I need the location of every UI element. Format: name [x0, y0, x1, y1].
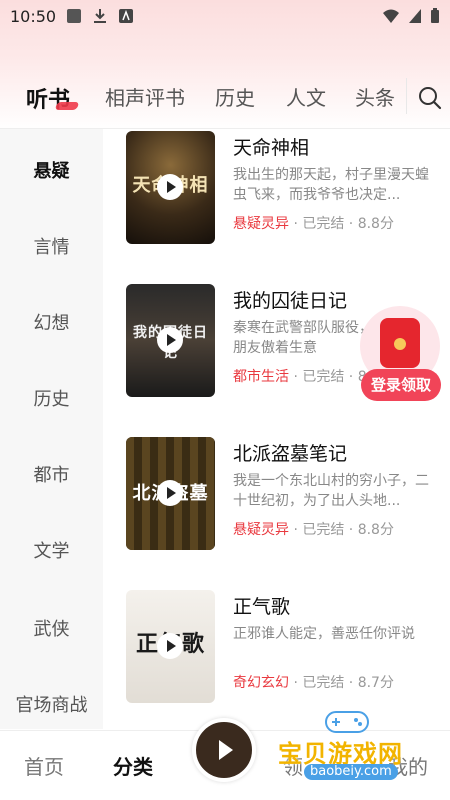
- play-icon[interactable]: [157, 480, 183, 506]
- book-title: 我的囚徒日记: [233, 290, 348, 312]
- book-cover[interactable]: 天命神相: [126, 131, 215, 244]
- top-tab-bar: 听书 相声评书 历史 人文 头条: [0, 72, 450, 122]
- book-cover[interactable]: 正气歌: [126, 590, 215, 703]
- book-description: 我是一个东北山村的穷小子，二十世纪初，为了出人头地...: [233, 473, 429, 509]
- login-claim-button[interactable]: 登录领取: [361, 369, 441, 401]
- category-suspense[interactable]: 悬疑: [0, 157, 103, 183]
- active-tab-indicator: [54, 102, 80, 110]
- play-icon[interactable]: [157, 174, 183, 200]
- book-description: 我出生的那天起，村子里漫天蝗虫飞来，而我爷爷也决定...: [233, 167, 429, 203]
- book-genre: 悬疑灵异: [233, 216, 289, 232]
- book-genre: 悬疑灵异: [233, 522, 289, 538]
- nav-home[interactable]: 首页: [24, 751, 64, 780]
- tab-headlines[interactable]: 头条: [355, 82, 395, 111]
- status-time: 10:50: [10, 6, 57, 26]
- play-icon[interactable]: [157, 633, 183, 659]
- book-title: 正气歌: [233, 596, 291, 618]
- nav-category[interactable]: 分类: [113, 751, 153, 780]
- signal-icon: [409, 9, 421, 23]
- tab-divider: [406, 78, 407, 114]
- book-status-rating: · 已完结 · 8.8分: [289, 522, 394, 538]
- category-martial-arts[interactable]: 武侠: [0, 615, 103, 641]
- book-meta: 都市生活 · 已完结 · 8: [233, 366, 367, 386]
- book-item[interactable]: 天命神相 天命神相 我出生的那天起，村子里漫天蝗虫飞来，而我爷爷也决定... 悬…: [126, 131, 446, 246]
- red-packet-seal: [394, 338, 406, 350]
- book-description: 正邪谁人能定，善恶任你评说: [233, 626, 415, 642]
- tab-humanities[interactable]: 人文: [286, 82, 326, 111]
- tab-crosstalk[interactable]: 相声评书: [105, 82, 185, 111]
- category-history[interactable]: 历史: [0, 385, 103, 411]
- category-urban[interactable]: 都市: [0, 461, 103, 487]
- category-sidebar: 悬疑 言情 幻想 历史 都市 文学 武侠 官场商战: [0, 129, 103, 729]
- search-icon[interactable]: [416, 84, 444, 112]
- app-notification-icon: [67, 9, 82, 23]
- download-icon: [94, 9, 107, 23]
- category-fantasy[interactable]: 幻想: [0, 309, 103, 335]
- status-bar: 10:50: [0, 0, 450, 32]
- book-status-rating: · 已完结 · 8.8分: [289, 216, 394, 232]
- book-status-rating: · 已完结 · 8.7分: [289, 675, 394, 691]
- book-status-rating: · 已完结 · 8: [289, 369, 367, 385]
- category-romance[interactable]: 言情: [0, 233, 103, 259]
- keyboard-icon: [119, 9, 134, 23]
- book-meta: 奇幻玄幻 · 已完结 · 8.7分: [233, 672, 394, 692]
- category-literature[interactable]: 文学: [0, 537, 103, 563]
- now-playing-button[interactable]: [192, 718, 256, 782]
- watermark-url: baobeiy.com: [304, 764, 398, 780]
- play-icon[interactable]: [157, 327, 183, 353]
- battery-icon: [431, 8, 439, 23]
- book-item[interactable]: 正气歌 正气歌 正邪谁人能定，善恶任你评说 奇幻玄幻 · 已完结 · 8.7分: [126, 590, 446, 705]
- site-watermark: 宝贝游戏网 baobeiy.com: [268, 706, 450, 784]
- book-item[interactable]: 北派盗墓 北派盗墓笔记 我是一个东北山村的穷小子，二十世纪初，为了出人头地...…: [126, 437, 446, 552]
- tab-history[interactable]: 历史: [215, 82, 255, 111]
- book-title: 北派盗墓笔记: [233, 443, 348, 465]
- book-genre: 都市生活: [233, 369, 289, 385]
- book-genre: 奇幻玄幻: [233, 675, 289, 691]
- category-officialdom-business[interactable]: 官场商战: [0, 691, 103, 717]
- book-meta: 悬疑灵异 · 已完结 · 8.8分: [233, 213, 394, 233]
- book-cover[interactable]: 北派盗墓: [126, 437, 215, 550]
- book-meta: 悬疑灵异 · 已完结 · 8.8分: [233, 519, 394, 539]
- book-cover[interactable]: 我的囚徒日记: [126, 284, 215, 397]
- book-title: 天命神相: [233, 137, 310, 159]
- wifi-icon: [383, 9, 399, 23]
- gamepad-icon: [325, 711, 369, 733]
